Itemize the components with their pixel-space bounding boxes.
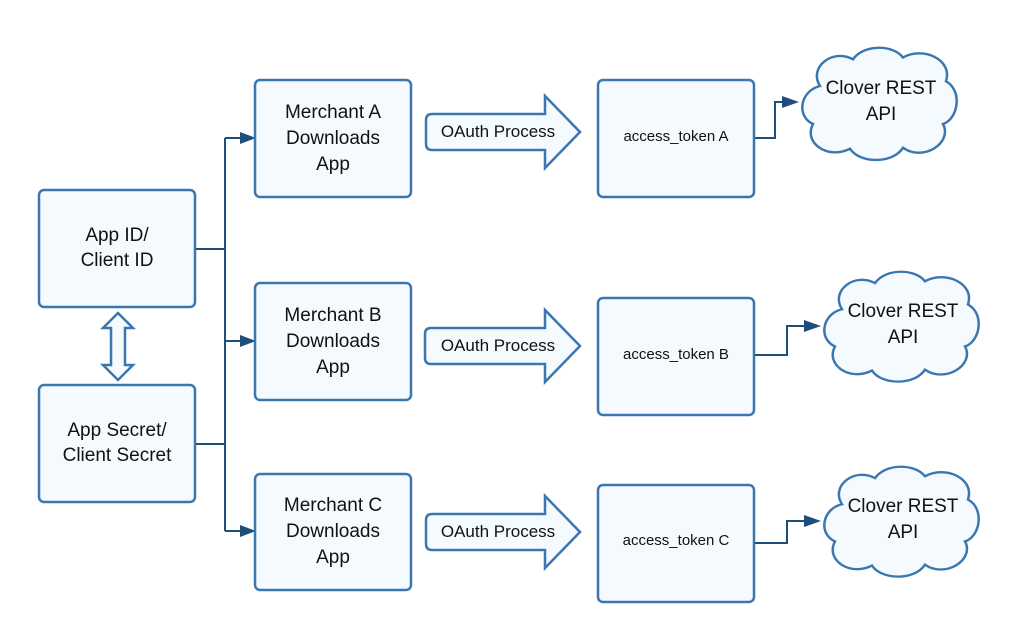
app-id-box: App ID/ Client ID — [37, 188, 197, 309]
app-secret-line1: App Secret/ — [67, 420, 167, 441]
api-line1: Clover REST — [826, 78, 937, 99]
arrowhead — [804, 515, 821, 527]
oauth-flow-diagram: App ID/ Client ID App Secret/ Client Sec… — [37, 46, 980, 604]
access-token-a-box: access_token A — [596, 78, 756, 199]
merchant-line3: App — [316, 357, 350, 378]
app-secret-box: App Secret/ Client Secret — [37, 383, 197, 504]
app-secret-line2: Client Secret — [63, 445, 172, 466]
arrowhead — [240, 525, 256, 537]
clover-api-cloud-c: Clover REST API — [823, 465, 980, 578]
connector-api-c — [754, 520, 806, 544]
merchant-line3: App — [316, 547, 350, 568]
arrowhead — [804, 320, 821, 332]
token-label: access_token A — [623, 128, 728, 145]
access-token-c-box: access_token C — [596, 483, 756, 604]
api-line2: API — [888, 327, 919, 348]
oauth-label: OAuth Process — [441, 522, 555, 541]
trunk-connector — [195, 138, 226, 531]
double-arrow-icon — [99, 311, 137, 382]
oauth-arrow-a: OAuth Process — [424, 92, 582, 172]
merchant-line2: Downloads — [286, 331, 380, 352]
oauth-label: OAuth Process — [441, 336, 555, 355]
oauth-arrow-b: OAuth Process — [423, 306, 582, 386]
api-line2: API — [866, 104, 897, 125]
merchant-line1: Merchant C — [284, 495, 382, 516]
api-line1: Clover REST — [848, 496, 959, 517]
arrowhead — [240, 132, 256, 144]
token-label: access_token C — [623, 532, 730, 549]
token-label: access_token B — [623, 346, 729, 363]
arrowhead — [240, 335, 256, 347]
merchant-line1: Merchant B — [284, 305, 381, 326]
access-token-b-box: access_token B — [596, 296, 756, 417]
api-line2: API — [888, 522, 919, 543]
oauth-arrow-c: OAuth Process — [424, 492, 582, 572]
oauth-label: OAuth Process — [441, 122, 555, 141]
connector-api-a — [754, 101, 784, 139]
merchant-line2: Downloads — [286, 521, 380, 542]
app-id-line1: App ID/ — [85, 225, 149, 246]
app-id-line2: Client ID — [81, 250, 154, 271]
merchant-line1: Merchant A — [285, 102, 381, 123]
merchant-c-box: Merchant C Downloads App — [253, 472, 413, 592]
merchant-b-box: Merchant B Downloads App — [253, 281, 413, 402]
merchant-a-box: Merchant A Downloads App — [253, 78, 413, 199]
api-line1: Clover REST — [848, 301, 959, 322]
arrowhead — [782, 96, 799, 108]
clover-api-cloud-a: Clover REST API — [801, 46, 958, 162]
merchant-line3: App — [316, 154, 350, 175]
merchant-line2: Downloads — [286, 128, 380, 149]
connector-api-b — [754, 325, 806, 356]
clover-api-cloud-b: Clover REST API — [823, 270, 980, 383]
